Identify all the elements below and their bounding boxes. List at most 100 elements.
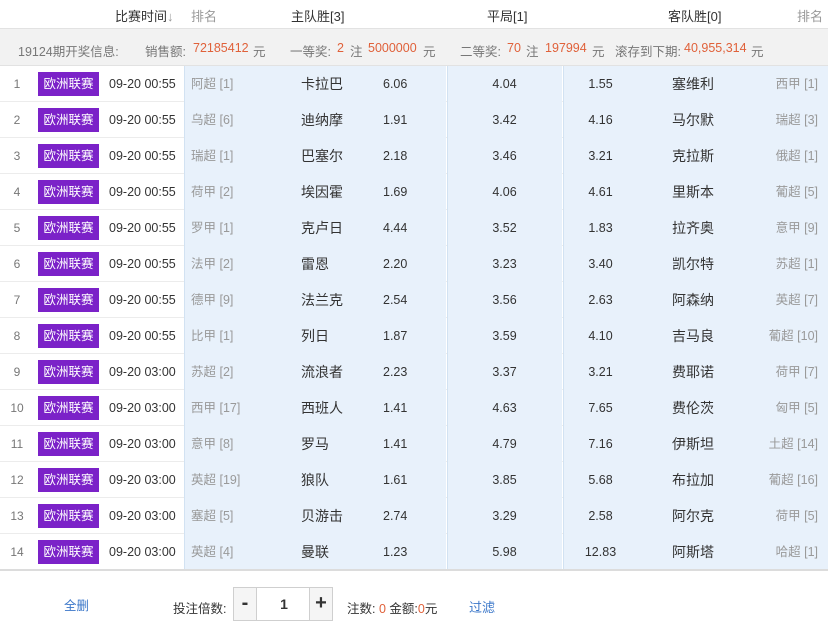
match-time-header[interactable]: 比赛时间↓	[115, 6, 174, 25]
draw-odds[interactable]: 3.23	[447, 246, 562, 282]
home-team[interactable]: 巴塞尔	[301, 138, 343, 174]
league-badge[interactable]: 欧洲联赛	[38, 540, 99, 564]
league-badge[interactable]: 欧洲联赛	[38, 432, 99, 456]
draw-odds[interactable]: 3.85	[447, 462, 562, 498]
home-team[interactable]: 罗马	[301, 426, 329, 462]
home-win-odds[interactable]: 2.74	[383, 498, 407, 534]
filter-button[interactable]: 过滤	[469, 597, 495, 616]
draw-odds[interactable]: 3.42	[447, 102, 562, 138]
league-badge[interactable]: 欧洲联赛	[38, 72, 99, 96]
home-win-odds[interactable]: 1.41	[383, 390, 407, 426]
home-win-odds[interactable]: 1.41	[383, 426, 407, 462]
away-win-odds[interactable]: 7.16	[563, 426, 638, 462]
draw-odds[interactable]: 5.98	[447, 534, 562, 570]
home-team[interactable]: 克卢日	[301, 210, 343, 246]
away-win-odds[interactable]: 1.83	[563, 210, 638, 246]
home-team[interactable]: 贝游击	[301, 498, 343, 534]
away-team[interactable]: 凯尔特	[672, 246, 714, 282]
home-win-odds[interactable]: 1.69	[383, 174, 407, 210]
league-badge[interactable]: 欧洲联赛	[38, 180, 99, 204]
away-team[interactable]: 拉齐奥	[672, 210, 714, 246]
away-win-odds[interactable]: 4.61	[563, 174, 638, 210]
home-team[interactable]: 雷恩	[301, 246, 329, 282]
away-win-odds[interactable]: 7.65	[563, 390, 638, 426]
home-win-odds[interactable]: 2.23	[383, 354, 407, 390]
league-badge[interactable]: 欧洲联赛	[38, 396, 99, 420]
away-win-odds[interactable]: 5.68	[563, 462, 638, 498]
home-team[interactable]: 列日	[301, 318, 329, 354]
multiplier-input[interactable]: 1	[257, 588, 311, 620]
league-badge[interactable]: 欧洲联赛	[38, 360, 99, 384]
league-badge[interactable]: 欧洲联赛	[38, 324, 99, 348]
draw-odds[interactable]: 3.52	[447, 210, 562, 246]
match-number: 1	[13, 77, 21, 91]
minus-button[interactable]: -	[234, 588, 257, 620]
home-team[interactable]: 曼联	[301, 534, 329, 570]
home-win-odds[interactable]: 2.54	[383, 282, 407, 318]
clear-all-button[interactable]: 全删	[64, 595, 89, 614]
home-team[interactable]: 法兰克	[301, 282, 343, 318]
away-win-odds[interactable]: 12.83	[563, 534, 638, 570]
home-win-odds[interactable]: 2.20	[383, 246, 407, 282]
home-team[interactable]: 埃因霍	[301, 174, 343, 210]
home-win-odds[interactable]: 1.87	[383, 318, 407, 354]
away-win-odds[interactable]: 3.40	[563, 246, 638, 282]
match-number: 3	[13, 149, 21, 163]
home-win-odds[interactable]: 1.61	[383, 462, 407, 498]
away-rank: 俄超 [1]	[775, 149, 818, 163]
home-win-odds[interactable]: 2.18	[383, 138, 407, 174]
home-team[interactable]: 卡拉巴	[301, 66, 343, 102]
away-win-odds[interactable]: 3.21	[563, 138, 638, 174]
match-time: 09-20 03:00	[109, 437, 176, 451]
away-win-odds[interactable]: 2.63	[563, 282, 638, 318]
away-team[interactable]: 布拉加	[672, 462, 714, 498]
league-badge[interactable]: 欧洲联赛	[38, 504, 99, 528]
away-win-odds[interactable]: 4.10	[563, 318, 638, 354]
home-team[interactable]: 西班人	[301, 390, 343, 426]
away-team[interactable]: 里斯本	[672, 174, 714, 210]
draw-odds[interactable]: 4.06	[447, 174, 562, 210]
away-win-odds[interactable]: 2.58	[563, 498, 638, 534]
away-team[interactable]: 吉马良	[672, 318, 714, 354]
away-win-odds[interactable]: 1.55	[563, 66, 638, 102]
home-team[interactable]: 狼队	[301, 462, 329, 498]
away-team[interactable]: 费耶诺	[672, 354, 714, 390]
away-team[interactable]: 马尔默	[672, 102, 714, 138]
draw-odds[interactable]: 3.37	[447, 354, 562, 390]
home-win-odds[interactable]: 4.44	[383, 210, 407, 246]
league-badge[interactable]: 欧洲联赛	[38, 288, 99, 312]
away-team[interactable]: 阿森纳	[672, 282, 714, 318]
plus-button[interactable]: +	[309, 588, 332, 620]
draw-odds[interactable]: 3.56	[447, 282, 562, 318]
away-win-odds[interactable]: 4.16	[563, 102, 638, 138]
match-time: 09-20 00:55	[109, 77, 176, 91]
league-badge[interactable]: 欧洲联赛	[38, 468, 99, 492]
away-team[interactable]: 伊斯坦	[672, 426, 714, 462]
draw-odds[interactable]: 4.63	[447, 390, 562, 426]
league-badge[interactable]: 欧洲联赛	[38, 252, 99, 276]
multiplier-label: 投注倍数:	[173, 602, 227, 616]
away-team[interactable]: 费伦茨	[672, 390, 714, 426]
away-team[interactable]: 阿斯塔	[672, 534, 714, 570]
match-time: 09-20 03:00	[109, 545, 176, 559]
home-win-odds[interactable]: 1.91	[383, 102, 407, 138]
match-list: 1 欧洲联赛 09-20 00:55 阿超 [1] 卡拉巴 6.06 4.04 1.55 塞维利…	[0, 66, 828, 570]
home-team[interactable]: 流浪者	[301, 354, 343, 390]
league-badge[interactable]: 欧洲联赛	[38, 144, 99, 168]
home-win-odds[interactable]: 1.23	[383, 534, 407, 570]
draw-odds[interactable]: 3.59	[447, 318, 562, 354]
draw-odds[interactable]: 4.04	[447, 66, 562, 102]
home-win-header: 主队胜[3]	[291, 9, 345, 24]
draw-odds[interactable]: 3.29	[447, 498, 562, 534]
away-team[interactable]: 塞维利	[672, 66, 714, 102]
home-team[interactable]: 迪纳摩	[301, 102, 343, 138]
draw-odds[interactable]: 3.46	[447, 138, 562, 174]
away-team[interactable]: 阿尔克	[672, 498, 714, 534]
away-win-odds[interactable]: 3.21	[563, 354, 638, 390]
draw-odds[interactable]: 4.79	[447, 426, 562, 462]
away-team[interactable]: 克拉斯	[672, 138, 714, 174]
league-badge[interactable]: 欧洲联赛	[38, 108, 99, 132]
league-badge[interactable]: 欧洲联赛	[38, 216, 99, 240]
home-win-odds[interactable]: 6.06	[383, 66, 407, 102]
match-number: 5	[13, 221, 21, 235]
